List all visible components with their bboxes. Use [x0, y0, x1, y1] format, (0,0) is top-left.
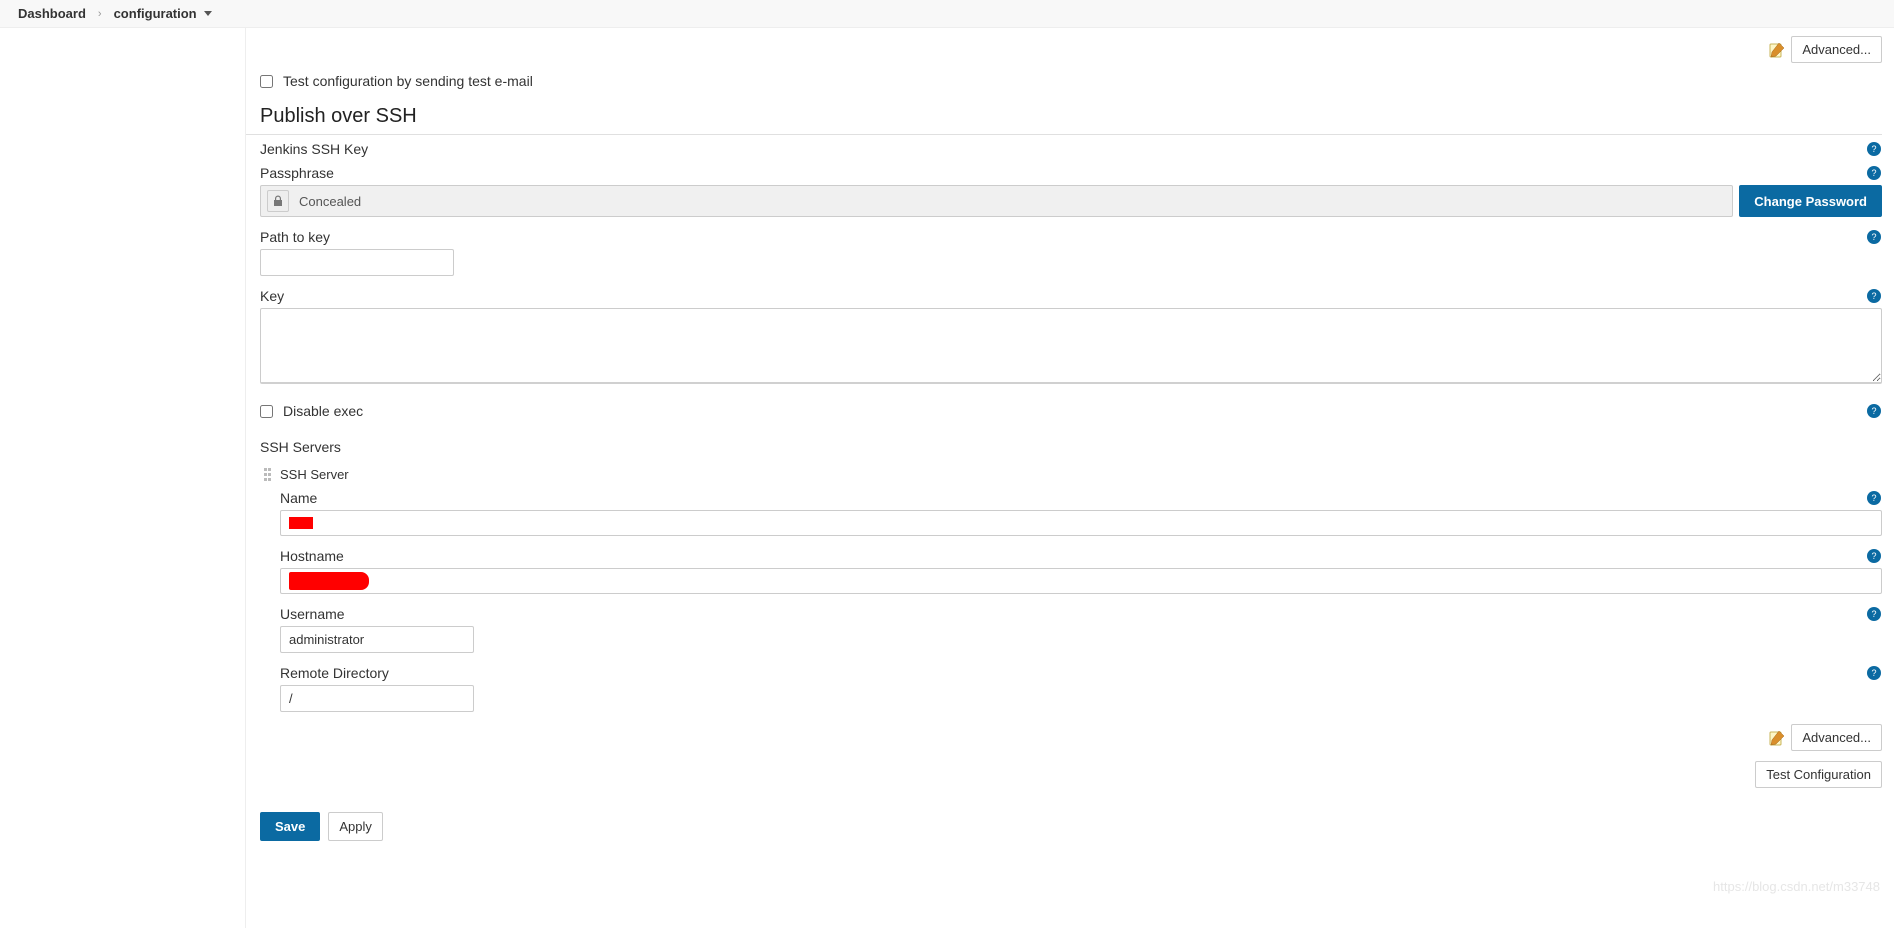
svg-text:?: ? [1871, 291, 1876, 301]
help-icon[interactable]: ? [1866, 490, 1882, 506]
save-button[interactable]: Save [260, 812, 320, 841]
help-icon[interactable]: ? [1866, 665, 1882, 681]
svg-text:?: ? [1871, 668, 1876, 678]
server-remote-dir-label: Remote Directory [280, 665, 389, 681]
passphrase-label: Passphrase [260, 165, 334, 181]
advanced-button-top[interactable]: Advanced... [1791, 36, 1882, 63]
disable-exec-checkbox[interactable] [260, 405, 273, 418]
passphrase-value: Concealed [299, 194, 361, 209]
svg-text:?: ? [1871, 493, 1876, 503]
breadcrumb-dashboard[interactable]: Dashboard [18, 6, 86, 21]
ssh-server-title: SSH Server [280, 467, 349, 482]
disable-exec-label: Disable exec [283, 403, 363, 419]
breadcrumb-configuration-label: configuration [114, 6, 197, 21]
svg-text:?: ? [1871, 144, 1876, 154]
help-icon[interactable]: ? [1866, 229, 1882, 245]
notepad-icon [1769, 730, 1785, 746]
server-username-input[interactable] [280, 626, 474, 653]
server-name-input[interactable] [280, 510, 1882, 536]
path-to-key-input[interactable] [260, 249, 454, 276]
help-icon[interactable]: ? [1866, 288, 1882, 304]
change-password-button[interactable]: Change Password [1739, 185, 1882, 217]
key-label: Key [260, 288, 284, 304]
test-email-label: Test configuration by sending test e-mai… [283, 73, 533, 89]
server-remote-dir-input[interactable] [280, 685, 474, 712]
path-to-key-label: Path to key [260, 229, 330, 245]
test-email-checkbox[interactable] [260, 75, 273, 88]
section-title-publish-ssh: Publish over SSH [246, 99, 1882, 135]
help-icon[interactable]: ? [1866, 606, 1882, 622]
watermark: https://blog.csdn.net/m33748 [1713, 879, 1880, 894]
svg-text:?: ? [1871, 232, 1876, 242]
key-textarea[interactable] [260, 308, 1882, 384]
server-hostname-label: Hostname [280, 548, 344, 564]
help-icon[interactable]: ? [1866, 165, 1882, 181]
server-name-label: Name [280, 490, 317, 506]
passphrase-field: Concealed [260, 185, 1733, 217]
apply-button[interactable]: Apply [328, 812, 383, 841]
server-hostname-input[interactable] [280, 568, 1882, 594]
svg-text:?: ? [1871, 168, 1876, 178]
redacted-value [289, 517, 313, 529]
server-username-label: Username [280, 606, 345, 622]
svg-text:?: ? [1871, 406, 1876, 416]
jenkins-ssh-key-label: Jenkins SSH Key [260, 141, 368, 157]
svg-text:?: ? [1871, 609, 1876, 619]
chevron-down-icon [204, 11, 212, 16]
left-gutter [0, 28, 246, 928]
notepad-icon [1769, 42, 1785, 58]
help-icon[interactable]: ? [1866, 141, 1882, 157]
redacted-value [289, 572, 369, 590]
ssh-servers-label: SSH Servers [246, 429, 1894, 459]
lock-icon [267, 190, 289, 212]
test-configuration-button[interactable]: Test Configuration [1755, 761, 1882, 788]
breadcrumb: Dashboard › configuration [0, 0, 1894, 28]
svg-text:?: ? [1871, 551, 1876, 561]
help-icon[interactable]: ? [1866, 403, 1882, 419]
drag-handle-icon[interactable] [264, 468, 274, 482]
server-advanced-button[interactable]: Advanced... [1791, 724, 1882, 751]
help-icon[interactable]: ? [1866, 548, 1882, 564]
chevron-right-icon: › [98, 8, 102, 20]
breadcrumb-configuration[interactable]: configuration [114, 6, 212, 21]
